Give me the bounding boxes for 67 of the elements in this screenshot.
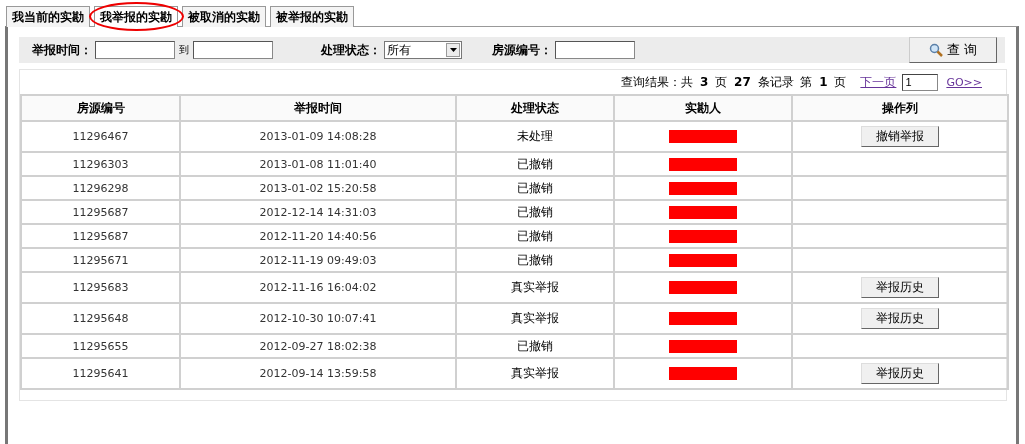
redaction-bar [669,367,737,381]
action-button[interactable]: 举报历史 [861,308,939,329]
tab[interactable]: 被举报的实勘 [270,6,354,27]
date-field[interactable] [193,41,273,59]
page-number-field[interactable]: 1 [902,73,939,91]
tab[interactable]: 我举报的实勘 [94,6,178,27]
table-cell: 11296303 [21,152,180,176]
table-cell: 2012-11-19 09:49:03 [180,248,456,272]
action-button[interactable]: 举报历史 [861,277,939,298]
table-cell: 11296467 [21,121,180,152]
table-cell: 11295648 [21,303,180,334]
table-cell: 已撤销 [456,200,614,224]
table-cell: 已撤销 [456,334,614,358]
column-header: 房源编号 [21,95,180,121]
go-link[interactable]: GO>> [946,75,982,89]
table-cell: 11295687 [21,200,180,224]
result-summary: 查询结果：共 3 页 27 条记录 第 1 页 [621,73,847,91]
table-cell: 11296298 [21,176,180,200]
action-button[interactable]: 举报历史 [861,363,939,384]
search-icon [928,43,943,57]
column-header: 处理状态 [456,95,614,121]
redaction-bar [669,205,737,219]
redaction-bar [669,229,737,243]
table-cell: 11295655 [21,334,180,358]
table-cell: 真实举报 [456,303,614,334]
table-cell: 未处理 [456,121,614,152]
column-header: 操作列 [792,95,1008,121]
filter-label: 举报时间： [32,41,92,59]
next-page-link[interactable]: 下一页 [860,73,897,91]
house-id-field[interactable] [555,41,635,59]
action-button[interactable]: 撤销举报 [861,126,939,147]
filter-label: 处理状态： [321,41,381,59]
table-cell: 真实举报 [456,272,614,303]
redaction-bar [669,312,737,326]
redaction-bar [669,157,737,171]
table-cell: 2013-01-08 11:01:40 [180,152,456,176]
redaction-bar [669,181,737,195]
range-separator: 到 [179,43,189,57]
table-cell: 已撤销 [456,248,614,272]
status-dropdown[interactable]: 所有 [384,41,462,59]
redaction-bar [669,339,737,353]
table-cell: 2012-12-14 14:31:03 [180,200,456,224]
table-cell: 11295671 [21,248,180,272]
column-header: 举报时间 [180,95,456,121]
tab[interactable]: 我当前的实勘 [6,6,90,27]
column-header: 实勘人 [614,95,792,121]
table-cell: 真实举报 [456,358,614,389]
table-cell: 2012-09-27 18:02:38 [180,334,456,358]
table-cell: 11295687 [21,224,180,248]
filter-label: 房源编号： [492,41,552,59]
table-cell: 11295641 [21,358,180,389]
search-button[interactable]: 查 询 [909,37,997,63]
redaction-bar [669,253,737,267]
table-cell: 已撤销 [456,176,614,200]
table-cell: 2012-09-14 13:59:58 [180,358,456,389]
table-cell: 11295683 [21,272,180,303]
table-cell: 2012-10-30 10:07:41 [180,303,456,334]
table-cell: 已撤销 [456,224,614,248]
table-cell: 2012-11-16 16:04:02 [180,272,456,303]
date-field[interactable] [95,41,175,59]
table-cell: 已撤销 [456,152,614,176]
tab[interactable]: 被取消的实勘 [182,6,266,27]
table-cell: 2013-01-02 15:20:58 [180,176,456,200]
table-cell: 2012-11-20 14:40:56 [180,224,456,248]
table-cell: 2013-01-09 14:08:28 [180,121,456,152]
redaction-bar [669,281,737,295]
redaction-bar [669,130,737,144]
